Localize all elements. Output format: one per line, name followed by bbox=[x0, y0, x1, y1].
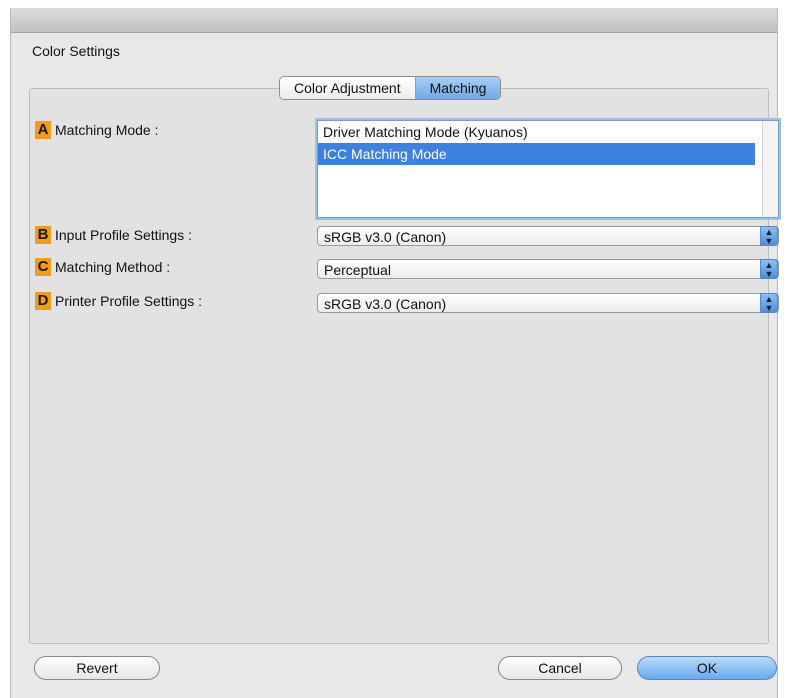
printer-profile-value: sRGB v3.0 (Canon) bbox=[324, 296, 447, 312]
title-bar[interactable] bbox=[11, 8, 777, 33]
matching-mode-list[interactable]: Driver Matching Mode (Kyuanos) ICC Match… bbox=[317, 120, 779, 218]
matching-mode-label-row: A Matching Mode : bbox=[35, 121, 159, 139]
printer-profile-select[interactable]: sRGB v3.0 (Canon) ▲ ▼ bbox=[317, 293, 779, 313]
updown-arrows-icon[interactable]: ▲ ▼ bbox=[760, 259, 778, 279]
tab-matching[interactable]: Matching bbox=[415, 77, 501, 99]
input-profile-select[interactable]: sRGB v3.0 (Canon) ▲ ▼ bbox=[317, 226, 779, 246]
input-profile-label-row: B Input Profile Settings : bbox=[35, 226, 192, 244]
matching-method-label: Matching Method : bbox=[55, 259, 171, 275]
letter-badge-b: B bbox=[35, 226, 51, 244]
input-profile-value: sRGB v3.0 (Canon) bbox=[324, 229, 447, 245]
updown-arrows-icon[interactable]: ▲ ▼ bbox=[760, 226, 778, 246]
letter-badge-c: C bbox=[35, 258, 51, 276]
letter-badge-d: D bbox=[35, 292, 51, 310]
input-profile-label: Input Profile Settings : bbox=[55, 227, 192, 243]
printer-profile-label: Printer Profile Settings : bbox=[55, 293, 203, 309]
cancel-button[interactable]: Cancel bbox=[498, 656, 622, 680]
list-scrollbar[interactable] bbox=[762, 121, 778, 217]
matching-method-select[interactable]: Perceptual ▲ ▼ bbox=[317, 259, 779, 279]
letter-badge-a: A bbox=[35, 121, 51, 139]
window-title: Color Settings bbox=[32, 43, 120, 59]
matching-method-value: Perceptual bbox=[324, 262, 391, 278]
color-settings-window: Color Settings Color Adjustment Matching… bbox=[10, 8, 779, 698]
tab-color-adjustment[interactable]: Color Adjustment bbox=[280, 77, 416, 99]
ok-button[interactable]: OK bbox=[637, 656, 777, 680]
revert-button[interactable]: Revert bbox=[34, 656, 160, 680]
matching-method-label-row: C Matching Method : bbox=[35, 258, 170, 276]
list-item-driver-matching[interactable]: Driver Matching Mode (Kyuanos) bbox=[318, 121, 755, 143]
matching-mode-label: Matching Mode : bbox=[55, 122, 159, 138]
updown-arrows-icon[interactable]: ▲ ▼ bbox=[760, 293, 778, 313]
list-item-icc-matching[interactable]: ICC Matching Mode bbox=[318, 143, 755, 165]
printer-profile-label-row: D Printer Profile Settings : bbox=[35, 292, 202, 310]
tab-bar: Color Adjustment Matching bbox=[279, 76, 502, 100]
